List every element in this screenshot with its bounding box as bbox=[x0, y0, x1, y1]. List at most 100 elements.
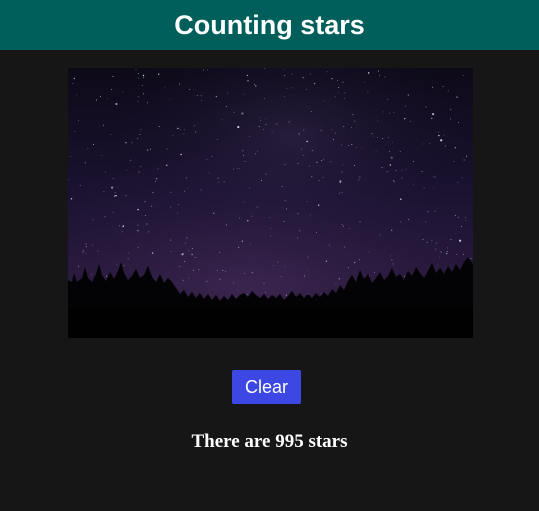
star-dot bbox=[208, 172, 210, 174]
star-dot bbox=[260, 120, 261, 122]
star-dot bbox=[310, 111, 312, 112]
star-dot bbox=[307, 256, 309, 258]
star-dot bbox=[325, 260, 328, 262]
star-dot bbox=[410, 120, 412, 122]
star-dot bbox=[389, 151, 391, 153]
star-dot bbox=[454, 147, 456, 149]
star-dot bbox=[78, 120, 79, 121]
star-dot bbox=[137, 224, 139, 226]
star-dot bbox=[349, 228, 350, 230]
star-dot bbox=[376, 137, 378, 138]
star-dot bbox=[449, 118, 451, 120]
star-dot bbox=[422, 238, 424, 240]
star-dot bbox=[344, 92, 346, 94]
star-dot bbox=[281, 185, 283, 187]
star-dot bbox=[359, 221, 361, 223]
star-dot bbox=[225, 270, 227, 272]
star-dot bbox=[369, 275, 370, 277]
star-dot bbox=[391, 141, 393, 143]
star-dot bbox=[392, 180, 394, 182]
star-dot bbox=[249, 136, 251, 137]
star-dot bbox=[304, 275, 305, 277]
star-dot bbox=[269, 235, 271, 237]
star-dot bbox=[218, 181, 220, 183]
star-dot bbox=[178, 83, 180, 85]
star-dot bbox=[455, 214, 457, 216]
star-dot bbox=[82, 250, 84, 252]
star-dot bbox=[427, 211, 429, 213]
star-dot bbox=[438, 134, 440, 137]
star-dot bbox=[243, 201, 244, 203]
star-dot bbox=[164, 87, 166, 89]
star-dot bbox=[142, 74, 145, 77]
star-dot bbox=[450, 109, 452, 111]
star-dot bbox=[382, 138, 384, 139]
star-dot bbox=[125, 195, 127, 197]
star-dot bbox=[337, 92, 339, 94]
star-dot bbox=[425, 106, 427, 108]
star-dot bbox=[435, 248, 437, 250]
star-dot bbox=[309, 73, 311, 75]
star-dot bbox=[381, 166, 383, 168]
star-dot bbox=[170, 206, 172, 208]
star-dot bbox=[238, 167, 240, 169]
star-dot bbox=[144, 215, 146, 216]
star-dot bbox=[179, 128, 181, 130]
star-dot bbox=[271, 131, 273, 133]
star-dot bbox=[225, 224, 227, 226]
star-dot bbox=[138, 77, 140, 79]
star-dot bbox=[213, 212, 215, 214]
star-dot bbox=[188, 277, 189, 279]
star-dot bbox=[335, 283, 337, 285]
star-dot bbox=[233, 282, 235, 284]
star-dot bbox=[399, 151, 401, 152]
star-dot bbox=[309, 214, 311, 216]
star-dot bbox=[170, 251, 172, 252]
star-dot bbox=[311, 176, 313, 178]
star-dot bbox=[354, 120, 356, 122]
star-dot bbox=[318, 204, 320, 206]
star-dot bbox=[121, 231, 123, 233]
star-dot bbox=[445, 267, 447, 269]
star-dot bbox=[92, 244, 94, 246]
star-dot bbox=[233, 111, 235, 113]
star-dot bbox=[377, 120, 379, 122]
star-dot bbox=[265, 291, 267, 293]
star-dot bbox=[85, 243, 87, 245]
star-dot bbox=[347, 144, 349, 146]
star-dot bbox=[341, 144, 343, 146]
star-dot bbox=[341, 192, 343, 193]
star-dot bbox=[423, 143, 425, 145]
star-dot bbox=[172, 135, 174, 137]
star-dot bbox=[236, 289, 238, 291]
star-dot bbox=[68, 178, 70, 180]
star-dot bbox=[431, 240, 433, 242]
star-dot bbox=[315, 231, 317, 233]
star-dot bbox=[122, 225, 124, 228]
star-dot bbox=[206, 158, 208, 160]
star-dot bbox=[258, 126, 260, 127]
star-dot bbox=[69, 156, 71, 157]
star-dot bbox=[140, 129, 142, 131]
star-dot bbox=[219, 278, 221, 280]
star-dot bbox=[404, 118, 406, 120]
star-dot bbox=[141, 85, 143, 87]
star-dot bbox=[255, 85, 257, 87]
star-dot bbox=[193, 269, 194, 271]
star-dot bbox=[379, 74, 381, 76]
star-dot bbox=[177, 203, 179, 205]
star-dot bbox=[297, 237, 299, 239]
star-dot bbox=[233, 168, 235, 170]
star-dot bbox=[114, 192, 116, 194]
star-dot bbox=[116, 263, 118, 265]
star-dot bbox=[216, 138, 218, 140]
star-dot bbox=[341, 171, 343, 173]
star-dot bbox=[151, 252, 154, 254]
star-dot bbox=[338, 192, 340, 194]
star-dot bbox=[127, 258, 129, 260]
star-dot bbox=[368, 251, 370, 253]
star-dot bbox=[251, 215, 253, 217]
star-dot bbox=[470, 258, 472, 259]
clear-button[interactable]: Clear bbox=[232, 370, 301, 404]
star-dot bbox=[170, 239, 172, 241]
